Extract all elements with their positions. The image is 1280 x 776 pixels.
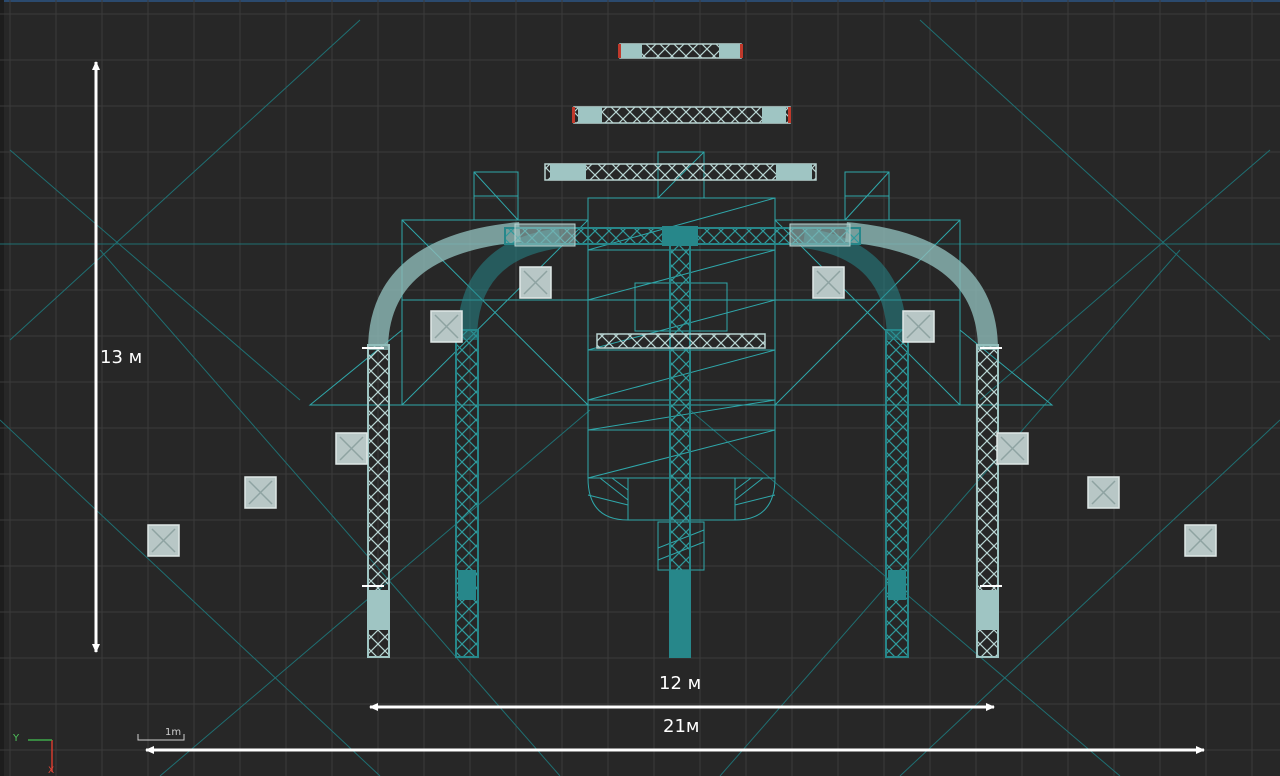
- x-axis-label: X: [48, 766, 55, 776]
- perspective-guides: [0, 19, 1280, 776]
- speaker-box: [996, 432, 1029, 465]
- y-axis-label: Y: [13, 733, 20, 744]
- speaker-box: [519, 266, 552, 299]
- height-dimension-label: 13 м: [100, 347, 143, 368]
- scene-drawing[interactable]: [0, 0, 1280, 776]
- speaker-box: [430, 310, 463, 343]
- speaker-box: [147, 524, 180, 557]
- mid-truss: [596, 333, 766, 349]
- flown-truss-top: [618, 43, 743, 59]
- speaker-box: [1087, 476, 1120, 509]
- 3d-viewport[interactable]: 13 м 12 м 21м 1m Y X: [0, 0, 1280, 776]
- flown-truss-middle: [572, 106, 791, 124]
- inner-width-dimension-label: 12 м: [659, 673, 702, 694]
- scale-bar-label: 1m: [165, 727, 182, 738]
- speaker-box: [244, 476, 277, 509]
- speaker-box: [335, 432, 368, 465]
- inner-truss-towers: [455, 228, 909, 658]
- total-width-dimension-label: 21м: [663, 716, 700, 737]
- flown-truss-lower: [544, 163, 817, 181]
- main-header-truss: [504, 223, 861, 247]
- speaker-box: [812, 266, 845, 299]
- speaker-box: [1184, 524, 1217, 557]
- speaker-box: [902, 310, 935, 343]
